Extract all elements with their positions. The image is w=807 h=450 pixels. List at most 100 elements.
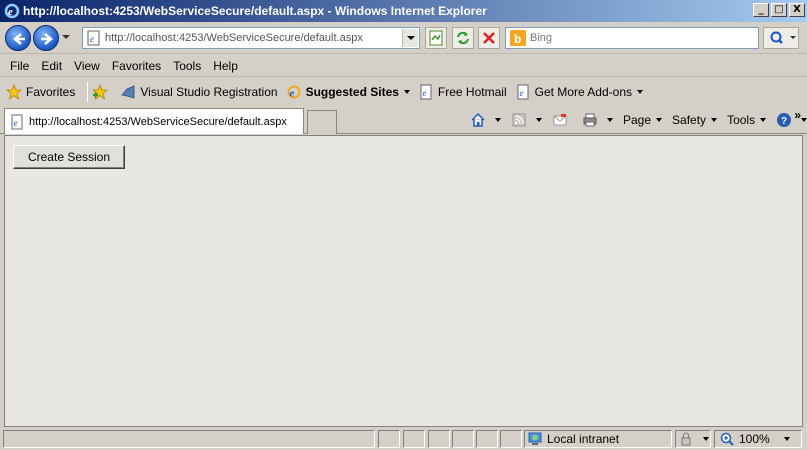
favorite-suggested-sites[interactable]: e Suggested Sites <box>286 84 410 100</box>
status-pane <box>476 430 498 448</box>
chevron-down-icon <box>783 437 790 441</box>
search-icon <box>770 31 796 44</box>
security-zone[interactable]: Local intranet <box>524 430 672 448</box>
menu-file[interactable]: File <box>4 59 35 73</box>
protected-mode-button[interactable] <box>675 430 711 448</box>
favorites-label: Favorites <box>26 85 76 99</box>
print-button[interactable] <box>582 112 613 128</box>
favorite-get-more-addons[interactable]: e Get More Add-ons <box>515 84 643 100</box>
forward-arrow-icon <box>41 33 53 45</box>
safety-menu-label: Safety <box>672 113 707 127</box>
chevron-down-icon <box>607 118 613 122</box>
compatibility-icon <box>429 30 443 46</box>
favorite-label: Suggested Sites <box>305 85 399 99</box>
feeds-button[interactable] <box>511 112 542 128</box>
svg-text:e: e <box>422 88 426 98</box>
svg-text:b: b <box>514 32 521 46</box>
menu-edit[interactable]: Edit <box>35 59 68 73</box>
svg-text:e: e <box>90 34 94 44</box>
zoom-icon <box>720 432 734 446</box>
ie-page-icon: e <box>11 114 23 129</box>
tools-menu-label: Tools <box>727 113 756 127</box>
intranet-globe-icon <box>528 432 542 445</box>
favorites-bar: Favorites Visual Studio Registration e S… <box>0 79 807 105</box>
bing-icon: b <box>510 30 526 46</box>
title-bar: e http://localhost:4253/WebServiceSecure… <box>0 0 807 22</box>
status-text <box>3 430 375 448</box>
star-icon <box>6 84 22 100</box>
refresh-button[interactable] <box>452 27 474 49</box>
close-button[interactable]: X <box>789 3 805 17</box>
minimize-button[interactable]: _ <box>753 3 769 17</box>
page-menu-label: Page <box>623 113 652 127</box>
menu-tools[interactable]: Tools <box>167 59 207 73</box>
chevron-down-icon <box>801 118 807 122</box>
address-dropdown[interactable] <box>402 29 418 47</box>
search-input[interactable] <box>530 32 750 44</box>
back-button[interactable] <box>5 25 31 51</box>
favorites-button[interactable]: Favorites <box>6 84 75 100</box>
ie-icon: e <box>287 85 301 100</box>
more-commands-icon[interactable]: » <box>794 108 801 122</box>
mail-icon <box>553 114 567 126</box>
search-button[interactable] <box>763 27 799 49</box>
stop-icon <box>483 32 495 44</box>
create-session-button[interactable]: Create Session <box>13 145 125 169</box>
help-icon: ? <box>777 113 792 127</box>
printer-icon <box>583 113 597 127</box>
zone-label: Local intranet <box>547 432 620 446</box>
maximize-button[interactable]: □ <box>771 3 787 17</box>
read-mail-button[interactable] <box>552 112 572 128</box>
favorite-label: Get More Add-ons <box>534 85 632 99</box>
forward-button[interactable] <box>33 25 59 51</box>
menu-bar: File Edit View Favorites Tools Help <box>0 55 807 77</box>
safety-menu[interactable]: Safety <box>672 113 718 127</box>
chevron-down-icon <box>760 118 767 122</box>
stop-button[interactable] <box>478 27 500 49</box>
refresh-icon <box>457 31 469 45</box>
status-pane <box>428 430 450 448</box>
command-bar: Page Safety Tools ? <box>470 109 807 131</box>
navigation-bar: e b <box>0 22 807 54</box>
svg-text:e: e <box>14 118 18 128</box>
home-button[interactable] <box>470 112 501 128</box>
new-tab-button[interactable] <box>307 110 337 134</box>
status-pane <box>452 430 474 448</box>
svg-text:e: e <box>8 6 13 18</box>
menu-view[interactable]: View <box>68 59 106 73</box>
ie-page-icon: e <box>420 84 432 100</box>
chevron-down-icon <box>495 118 501 122</box>
back-arrow-icon <box>13 33 25 45</box>
ie-page-icon: e <box>517 84 529 100</box>
zoom-control[interactable]: 100% <box>714 430 802 448</box>
compatibility-view-button[interactable] <box>425 27 447 49</box>
address-bar[interactable]: e <box>82 27 420 49</box>
favorite-label: Free Hotmail <box>437 85 507 99</box>
menu-help[interactable]: Help <box>207 59 244 73</box>
recent-pages-dropdown[interactable] <box>62 35 70 39</box>
favorites-separator <box>87 82 89 102</box>
search-box[interactable]: b <box>505 27 759 49</box>
svg-text:e: e <box>289 88 294 100</box>
svg-text:e: e <box>519 88 523 98</box>
help-button[interactable]: ? <box>776 112 807 128</box>
chevron-down-icon <box>403 90 410 94</box>
ie-logo-icon: e <box>4 3 20 19</box>
tools-menu[interactable]: Tools <box>727 113 767 127</box>
rss-feed-icon <box>512 113 526 127</box>
add-favorite-icon <box>92 84 109 100</box>
chevron-down-icon <box>656 118 663 122</box>
active-tab[interactable]: e http://localhost:4253/WebServiceSecure… <box>4 108 304 134</box>
page-menu[interactable]: Page <box>623 113 663 127</box>
url-input[interactable] <box>105 32 405 44</box>
chevron-down-icon <box>711 118 718 122</box>
chevron-down-icon <box>536 118 542 122</box>
favorite-visual-studio-registration[interactable]: Visual Studio Registration <box>120 84 278 100</box>
svg-text:?: ? <box>781 116 787 127</box>
lock-gear-icon <box>681 432 691 446</box>
status-bar: Local intranet 100% <box>0 428 807 450</box>
add-to-favorites-bar-button[interactable] <box>92 84 112 100</box>
menu-favorites[interactable]: Favorites <box>106 59 167 73</box>
home-icon <box>471 112 485 127</box>
favorite-free-hotmail[interactable]: e Free Hotmail <box>418 84 507 100</box>
